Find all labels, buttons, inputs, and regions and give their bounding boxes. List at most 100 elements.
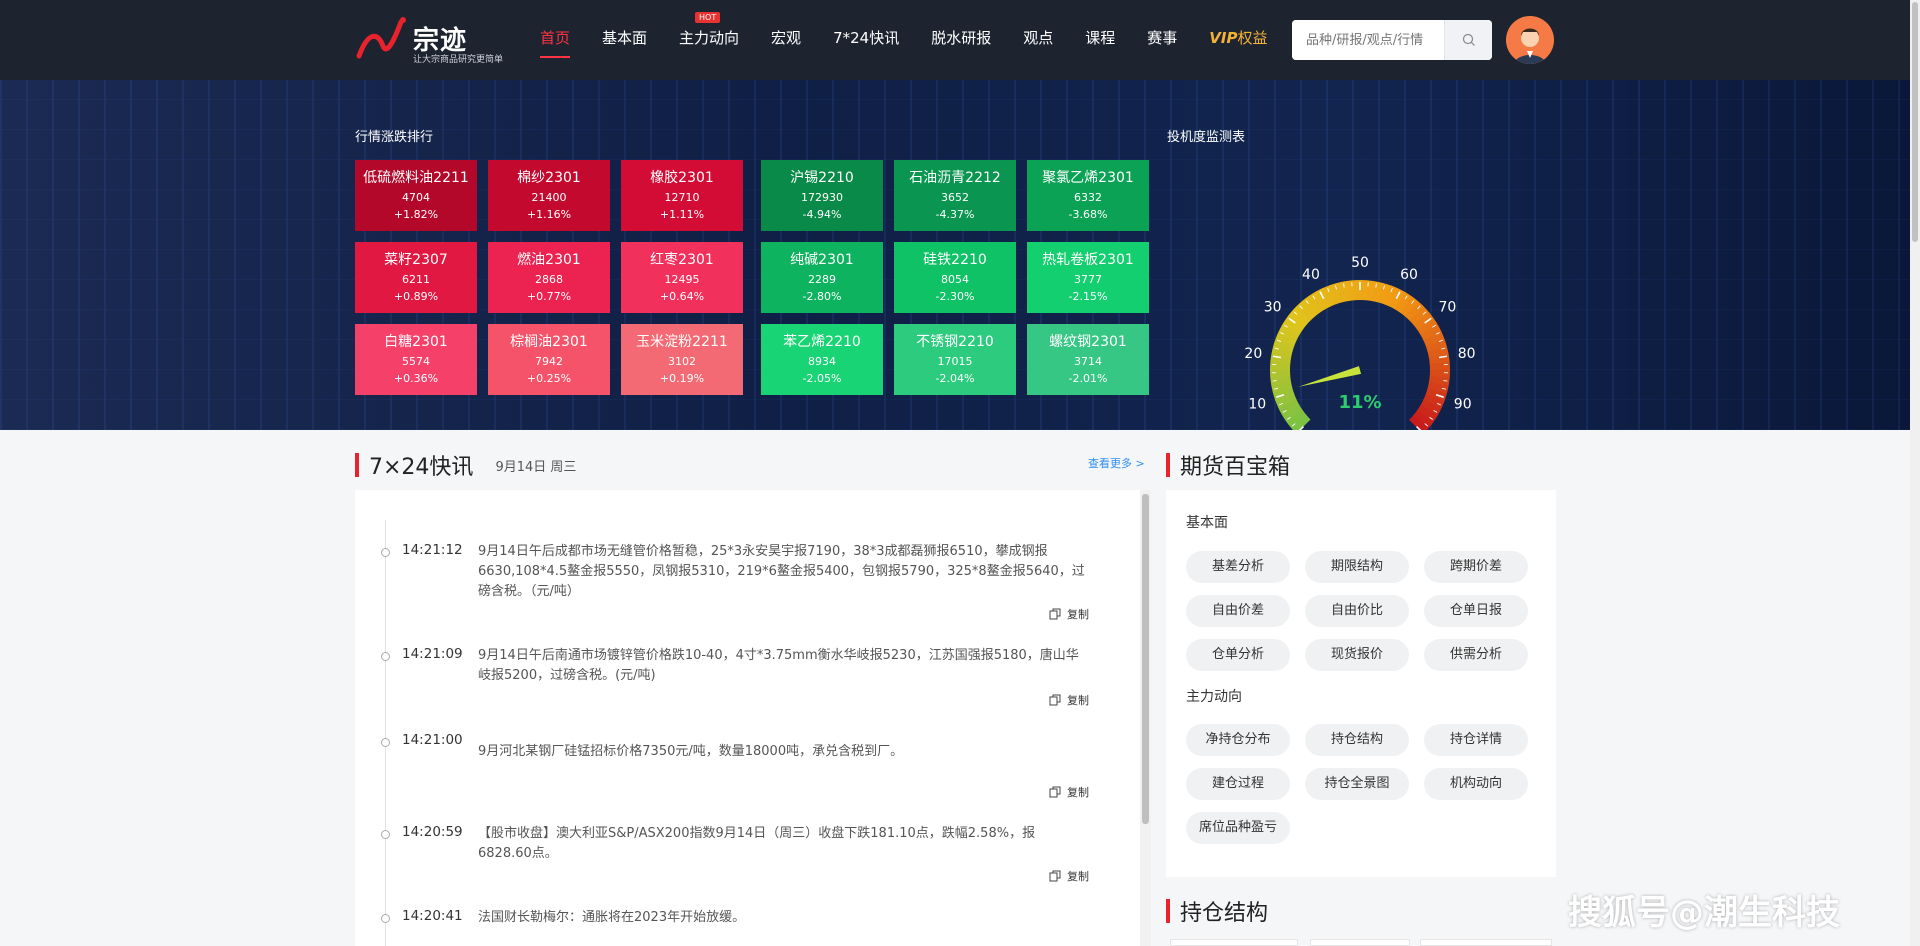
nav-courses[interactable]: 课程 (1085, 0, 1115, 80)
market-tile[interactable]: 玉米淀粉2211 3102 +0.19% (621, 324, 743, 395)
tool-chip[interactable]: 跨期价差 (1424, 551, 1528, 583)
tool-chip[interactable]: 持仓全景图 (1305, 768, 1409, 800)
tile-change: +0.89% (393, 290, 439, 303)
tile-change: -4.94% (802, 208, 842, 221)
news-scrollbar[interactable] (1140, 490, 1151, 946)
site-logo[interactable]: 宗迹 让大宗商品研究更简单 (355, 16, 515, 66)
nav-main-force[interactable]: HOT 主力动向 (679, 0, 739, 80)
market-tile[interactable]: 螺纹钢2301 3714 -2.01% (1027, 324, 1149, 395)
gauge-tick-label: 50 (1351, 255, 1369, 271)
user-avatar[interactable] (1506, 16, 1554, 64)
copy-label: 复制 (1067, 694, 1089, 707)
market-tile[interactable]: 菜籽2307 6211 +0.89% (355, 242, 477, 313)
market-tile[interactable]: 棉纱2301 21400 +1.16% (488, 160, 610, 231)
nav-flash-news[interactable]: 7*24快讯 (833, 0, 899, 80)
tool-chip[interactable]: 仓单日报 (1424, 595, 1528, 627)
tool-chip[interactable]: 基差分析 (1186, 551, 1290, 583)
market-tile[interactable]: 棕榈油2301 7942 +0.25% (488, 324, 610, 395)
tile-price: 3777 (1074, 273, 1102, 286)
tool-chip[interactable]: 净持仓分布 (1186, 724, 1290, 756)
tool-chip[interactable]: 持仓详情 (1424, 724, 1528, 756)
top-navigation-bar: 宗迹 让大宗商品研究更简单 首页 基本面 HOT 主力动向 宏观 7*24快讯 … (0, 0, 1920, 80)
position-card[interactable] (1170, 939, 1298, 946)
tool-chip[interactable]: 自由价差 (1186, 595, 1290, 627)
nav-main-force-label: 主力动向 (679, 29, 740, 47)
copy-button[interactable]: 复制 (1049, 868, 1089, 884)
market-tile[interactable]: 燃油2301 2868 +0.77% (488, 242, 610, 313)
tile-contract-name: 聚氯乙烯2301 (1042, 170, 1134, 186)
copy-label: 复制 (1067, 786, 1089, 799)
toolbox-title: 期货百宝箱 (1180, 455, 1291, 480)
tile-price: 4704 (402, 191, 430, 204)
tile-contract-name: 橡胶2301 (650, 170, 714, 186)
search-button[interactable] (1444, 20, 1492, 60)
tool-chip[interactable]: 仓单分析 (1186, 639, 1290, 671)
copy-icon (1049, 694, 1061, 706)
nav-fundamentals[interactable]: 基本面 (602, 0, 647, 80)
news-time: 14:21:00 (402, 732, 463, 748)
market-tile[interactable]: 石油沥青2212 3652 -4.37% (894, 160, 1016, 231)
tile-contract-name: 石油沥青2212 (909, 170, 1001, 186)
tool-chip[interactable]: 现货报价 (1305, 639, 1409, 671)
tool-chip[interactable]: 自由价比 (1305, 595, 1409, 627)
tool-chip[interactable]: 机构动向 (1424, 768, 1528, 800)
page-scrollbar-thumb[interactable] (1912, 2, 1918, 242)
gauge-tick (1443, 380, 1448, 382)
tile-contract-name: 沪锡2210 (790, 170, 854, 186)
search-icon (1462, 33, 1475, 46)
market-tile[interactable]: 低硫燃料油2211 4704 +1.82% (355, 160, 477, 231)
nav-home[interactable]: 首页 (540, 0, 571, 80)
main-force-group-title: 主力动向 (1186, 689, 1242, 705)
tile-change: -2.15% (1068, 290, 1108, 303)
tile-contract-name: 棕榈油2301 (510, 334, 588, 350)
page-scrollbar[interactable] (1910, 0, 1920, 946)
market-tile[interactable]: 硅铁2210 8054 -2.30% (894, 242, 1016, 313)
tile-price: 172930 (801, 191, 843, 204)
gauge-tick-label: 30 (1264, 300, 1282, 316)
tool-chip[interactable]: 期限结构 (1305, 551, 1409, 583)
timeline-dot (381, 548, 390, 557)
market-tile[interactable]: 橡胶2301 12710 +1.11% (621, 160, 743, 231)
market-tile[interactable]: 聚氯乙烯2301 6332 -3.68% (1027, 160, 1149, 231)
tool-chip[interactable]: 建仓过程 (1186, 768, 1290, 800)
market-tile[interactable]: 热轧卷板2301 3777 -2.15% (1027, 242, 1149, 313)
copy-button[interactable]: 复制 (1049, 606, 1089, 622)
position-card[interactable] (1310, 939, 1410, 946)
gauge-title: 投机度监测表 (1167, 130, 1246, 145)
search-input[interactable] (1292, 20, 1444, 60)
market-tile[interactable]: 纯碱2301 2289 -2.80% (761, 242, 883, 313)
nav-research[interactable]: 脱水研报 (931, 0, 991, 80)
tool-chip[interactable]: 供需分析 (1424, 639, 1528, 671)
news-time: 14:20:41 (402, 908, 463, 924)
market-tile[interactable]: 不锈钢2210 17015 -2.04% (894, 324, 1016, 395)
nav-opinions[interactable]: 观点 (1023, 0, 1053, 80)
tile-contract-name: 不锈钢2210 (916, 334, 994, 350)
market-tile[interactable]: 白糖2301 5574 +0.36% (355, 324, 477, 395)
logo-slogan: 让大宗商品研究更简单 (413, 55, 504, 65)
market-tile[interactable]: 红枣2301 12495 +0.64% (621, 242, 743, 313)
market-tile[interactable]: 沪锡2210 172930 -4.94% (761, 160, 883, 231)
section-accent-bar (1166, 899, 1170, 923)
copy-button[interactable]: 复制 (1049, 692, 1089, 708)
tool-chip[interactable]: 持仓结构 (1305, 724, 1409, 756)
copy-button[interactable]: 复制 (1049, 784, 1089, 800)
tile-change: +1.16% (526, 208, 572, 221)
nav-vip-benefits[interactable]: VIP权益 (1209, 0, 1267, 80)
copy-icon (1049, 870, 1061, 882)
tile-change: -4.37% (935, 208, 975, 221)
tool-chip[interactable]: 席位品种盈亏 (1186, 812, 1290, 844)
position-card[interactable] (1420, 939, 1552, 946)
news-time: 14:20:59 (402, 824, 463, 840)
avatar-person-icon (1506, 16, 1554, 64)
news-time: 14:21:09 (402, 646, 463, 662)
market-tile[interactable]: 苯乙烯2210 8934 -2.05% (761, 324, 883, 395)
toolbox-panel: 基本面 主力动向 基差分析 期限结构 跨期价差 自由价差 自由价比 仓单日报 仓单分析 现货报… (1166, 490, 1556, 877)
tile-price: 7942 (535, 355, 563, 368)
vip-icon: VIP (1209, 29, 1238, 47)
nav-macro[interactable]: 宏观 (771, 0, 801, 80)
view-more-link[interactable]: 查看更多 > (1088, 455, 1145, 471)
tile-price: 2289 (808, 273, 836, 286)
nav-contests[interactable]: 赛事 (1147, 0, 1177, 80)
timeline-dot (381, 914, 390, 923)
news-scrollbar-thumb[interactable] (1142, 494, 1149, 824)
